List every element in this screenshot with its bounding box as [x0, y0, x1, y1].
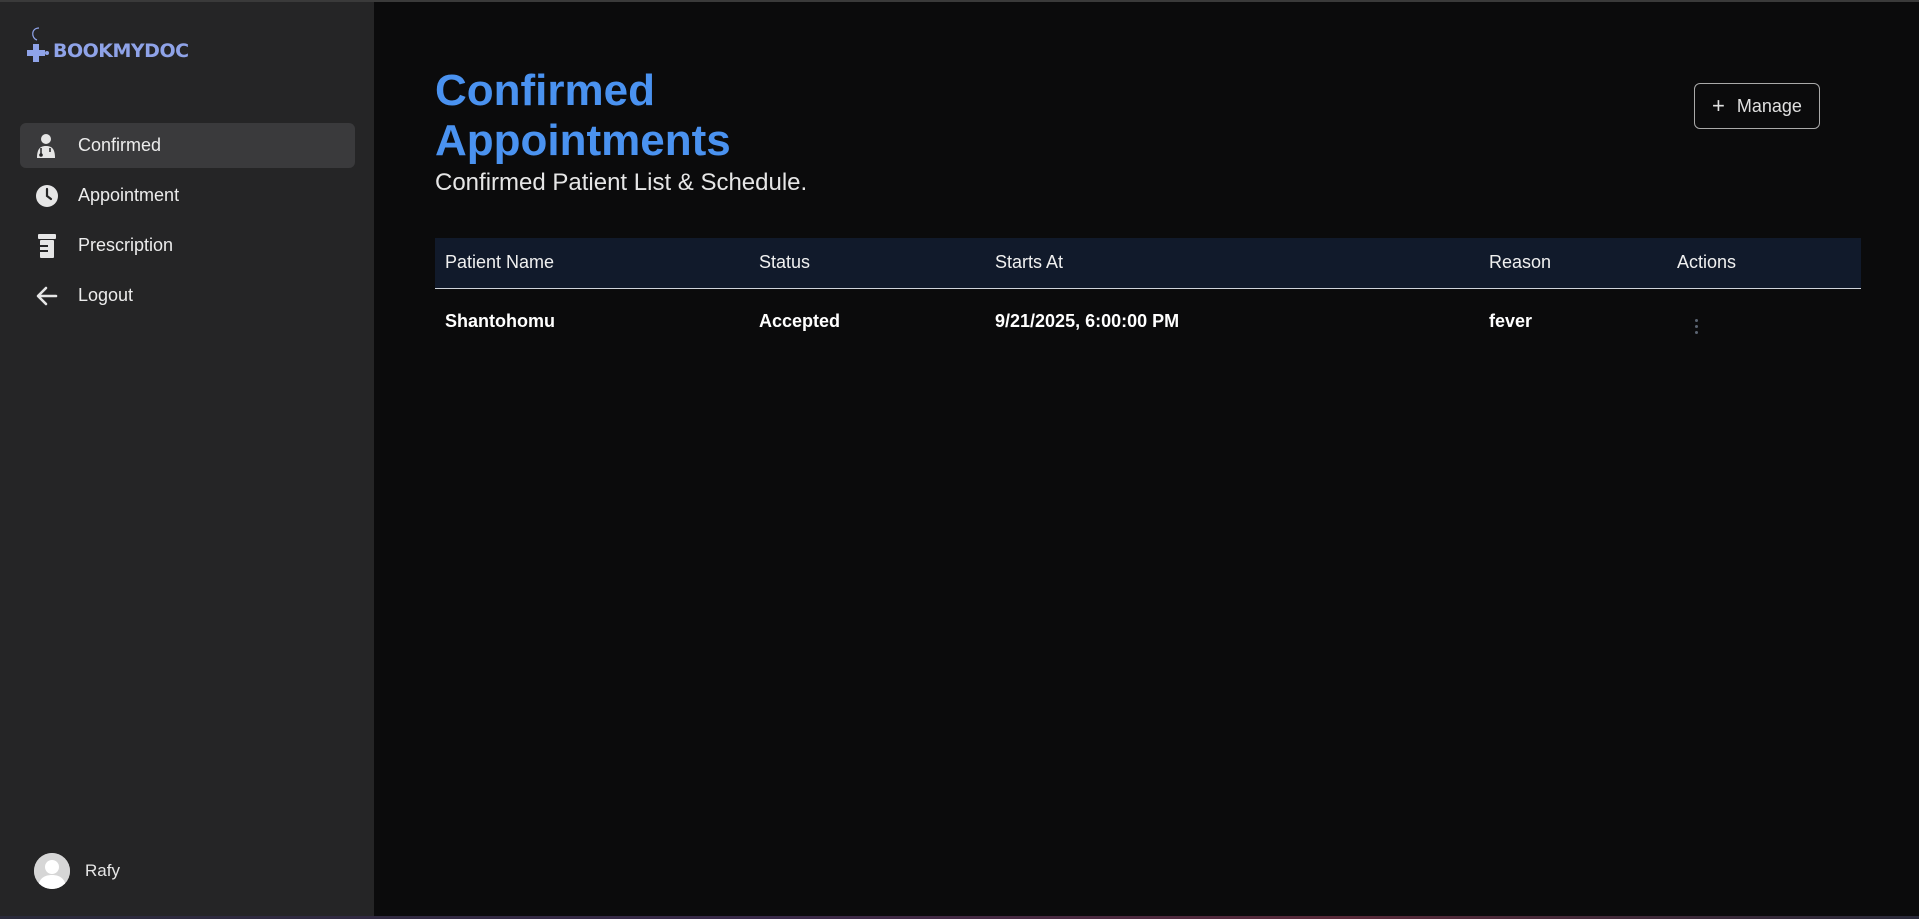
column-header-starts-at[interactable]: Starts At — [985, 238, 1479, 288]
sidebar-item-label: Logout — [78, 285, 134, 305]
logo[interactable]: BOOKMYDOC — [25, 26, 189, 66]
plus-icon: + — [1712, 93, 1725, 118]
arrow-left-icon — [34, 283, 60, 309]
app-root: BOOKMYDOC Confirmed Appointment Prescrip… — [0, 0, 1919, 919]
cell-actions — [1667, 288, 1861, 355]
user-avatar-icon — [34, 853, 70, 889]
sidebar-item-label: Appointment — [78, 185, 180, 205]
column-header-reason[interactable]: Reason — [1479, 238, 1667, 288]
table-header-row: Patient Name Status Starts At Reason Act… — [435, 238, 1861, 288]
page-title: Confirmed Appointments — [435, 66, 731, 165]
prescription-bottle-icon — [34, 233, 60, 259]
user-name: Rafy — [85, 861, 120, 880]
medical-cross-logo-icon — [25, 26, 51, 66]
sidebar-nav: Confirmed Appointment Prescription Logou… — [20, 123, 355, 323]
cell-starts-at: 9/21/2025, 6:00:00 PM — [995, 311, 1180, 331]
table-body: Shantohomu Accepted 9/21/2025, 6:00:00 P… — [435, 288, 1861, 355]
sidebar-item-confirmed[interactable]: Confirmed — [20, 123, 355, 168]
cell-patient-name: Shantohomu — [445, 311, 555, 331]
doctor-icon — [34, 133, 60, 159]
sidebar-item-label: Prescription — [78, 235, 174, 255]
cell-reason: fever — [1489, 311, 1533, 331]
logo-text: BOOKMYDOC — [53, 40, 189, 62]
clock-icon — [34, 183, 60, 209]
page-subtitle: Confirmed Patient List & Schedule. — [435, 169, 808, 196]
appointments-table: Patient Name Status Starts At Reason Act… — [435, 238, 1861, 355]
sidebar: BOOKMYDOC Confirmed Appointment Prescrip… — [0, 2, 374, 919]
column-header-patient-name[interactable]: Patient Name — [435, 238, 749, 288]
user-profile[interactable]: Rafy — [34, 853, 120, 889]
manage-button[interactable]: + Manage — [1694, 83, 1820, 129]
kebab-menu-icon[interactable] — [1689, 315, 1704, 338]
column-header-status[interactable]: Status — [749, 238, 985, 288]
table-row[interactable]: Shantohomu Accepted 9/21/2025, 6:00:00 P… — [435, 288, 1861, 355]
column-header-actions: Actions — [1677, 252, 1737, 273]
sidebar-item-label: Confirmed — [78, 135, 162, 155]
main-content: Confirmed Appointments Confirmed Patient… — [374, 2, 1919, 919]
sidebar-item-logout[interactable]: Logout — [20, 273, 355, 318]
table-header: Patient Name Status Starts At Reason Act… — [435, 238, 1861, 288]
sidebar-item-appointment[interactable]: Appointment — [20, 173, 355, 218]
sidebar-item-prescription[interactable]: Prescription — [20, 223, 355, 268]
cell-status: Accepted — [759, 311, 841, 331]
manage-button-label: Manage — [1736, 95, 1802, 116]
